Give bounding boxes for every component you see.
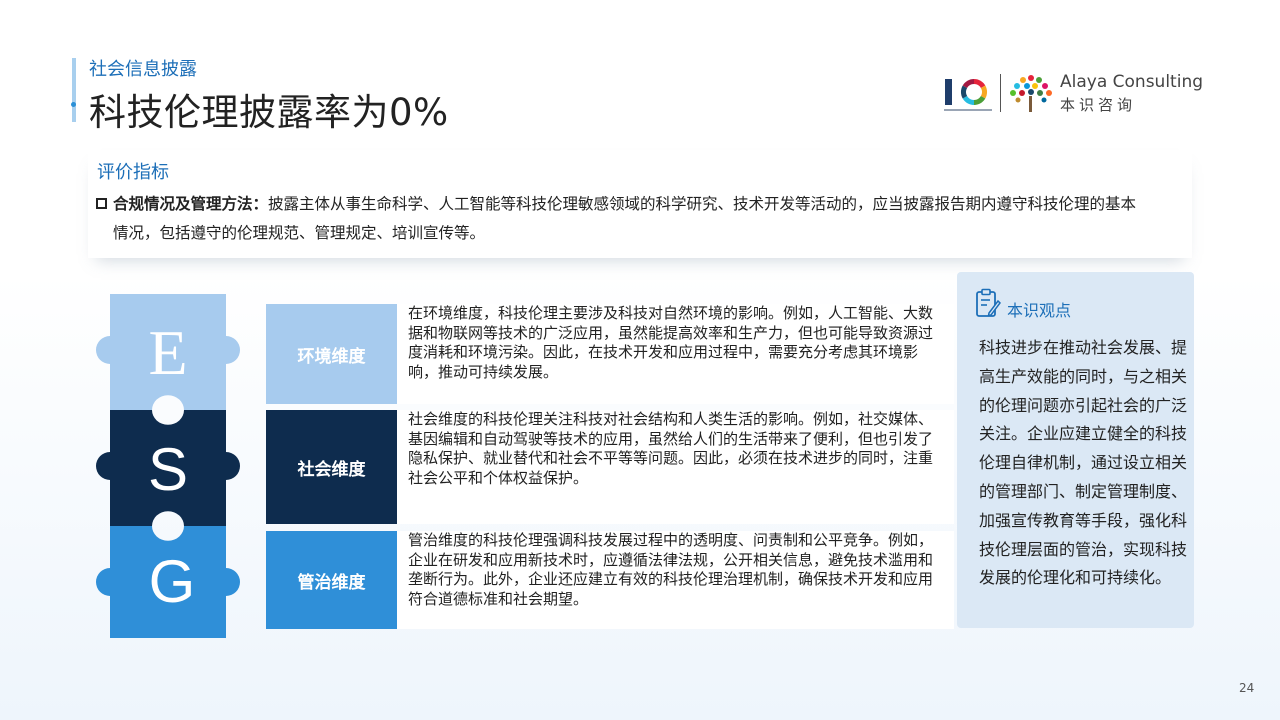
puzzle-piece-s: S bbox=[96, 410, 240, 526]
puzzle-piece-g: G bbox=[96, 526, 240, 638]
tree-logo-icon bbox=[1010, 75, 1052, 112]
section-label: 社会信息披露 bbox=[89, 59, 197, 80]
clipboard-pen-icon bbox=[976, 288, 1001, 317]
dimension-row-social: 社会维度 社会维度的科技伦理关注科技对社会结构和人类生活的影响。例如，社交媒体、… bbox=[266, 410, 954, 524]
page-title: 科技伦理披露率为0% bbox=[89, 91, 449, 134]
puzzle-letter-s: S bbox=[148, 436, 188, 503]
esg-puzzle-graphic: E S G bbox=[84, 292, 252, 642]
opinion-box: 本识观点 科技进步在推动社会发展、提高生产效能的同时，与之相关的伦理问题亦引起社… bbox=[957, 272, 1194, 628]
dimension-row-governance: 管治维度 管治维度的科技伦理强调科技发展过程中的透明度、问责制和公平竞争。例如，… bbox=[266, 531, 954, 629]
square-bullet-icon bbox=[96, 198, 107, 209]
criteria-item-text: 披露主体从事生命科学、人工智能等科技伦理敏感领域的科学研究、技术开发等活动的，应… bbox=[268, 195, 1137, 213]
anniversary-10-logo-icon bbox=[944, 78, 992, 111]
criteria-item: 合规情况及管理方法：披露主体从事生命科学、人工智能等科技伦理敏感领域的科学研究、… bbox=[96, 192, 1136, 214]
puzzle-letter-e: E bbox=[148, 317, 187, 388]
dimension-text: 管治维度的科技伦理强调科技发展过程中的透明度、问责制和公平竞争。例如，企业在研发… bbox=[408, 531, 934, 608]
logo-separator bbox=[1000, 74, 1001, 112]
company-name-cn: 本识咨询 bbox=[1060, 96, 1137, 114]
dimension-label: 环境维度 bbox=[266, 304, 397, 404]
dimension-text: 社会维度的科技伦理关注科技对社会结构和人类生活的影响。例如，社交媒体、基因编辑和… bbox=[408, 410, 934, 487]
dimension-label: 社会维度 bbox=[266, 410, 397, 524]
dimension-label: 管治维度 bbox=[266, 531, 397, 629]
page-number: 24 bbox=[1239, 681, 1255, 695]
company-name-en: Alaya Consulting bbox=[1060, 72, 1204, 92]
opinion-body: 科技进步在推动社会发展、提高生产效能的同时，与之相关的伦理问题亦引起社会的广泛关… bbox=[979, 338, 1188, 588]
criteria-title: 评价指标 bbox=[97, 162, 169, 183]
criteria-item-text-continued: 情况，包括遵守的伦理规范、管理规定、培训宣传等。 bbox=[113, 224, 486, 242]
criteria-item-label: 合规情况及管理方法： bbox=[113, 195, 269, 213]
company-logo: Alaya Consulting 本识咨询 bbox=[940, 70, 1204, 120]
title-accent-bar bbox=[72, 58, 76, 122]
title-accent-dot bbox=[71, 102, 76, 107]
puzzle-piece-e: E bbox=[95, 294, 241, 410]
puzzle-letter-g: G bbox=[149, 548, 196, 615]
opinion-title: 本识观点 bbox=[1007, 301, 1072, 320]
criteria-card: 评价指标 合规情况及管理方法：披露主体从事生命科学、人工智能等科技伦理敏感领域的… bbox=[88, 150, 1192, 258]
dimension-text: 在环境维度，科技伦理主要涉及科技对自然环境的影响。例如，人工智能、大数据和物联网… bbox=[408, 304, 934, 381]
dimension-row-environment: 环境维度 在环境维度，科技伦理主要涉及科技对自然环境的影响。例如，人工智能、大数… bbox=[266, 304, 954, 404]
